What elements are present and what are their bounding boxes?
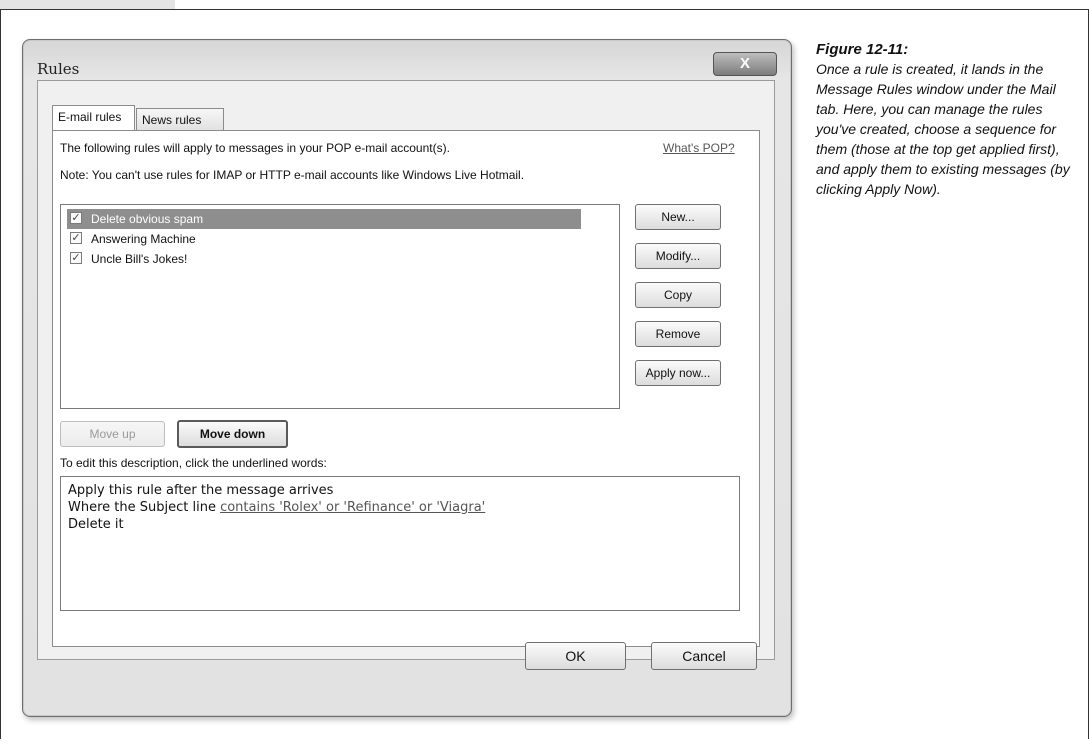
imap-note-text: Note: You can't use rules for IMAP or HT…	[60, 168, 525, 182]
rule-label: Delete obvious spam	[91, 212, 204, 226]
dialog-client-area: E-mail rules News rules The following ru…	[37, 80, 775, 660]
pop-info-text: The following rules will apply to messag…	[60, 141, 450, 155]
description-subject-prefix: Where the Subject line	[68, 500, 221, 515]
rule-description-box: Apply this rule after the message arrive…	[60, 476, 740, 611]
window-title: Rules	[37, 60, 80, 78]
modify-rule-button[interactable]: Modify...	[635, 243, 721, 269]
new-rule-button[interactable]: New...	[635, 204, 721, 230]
page-frame-left-rule	[0, 9, 1, 739]
tab-news-rules[interactable]: News rules	[136, 108, 224, 130]
close-button[interactable]: X	[713, 52, 777, 76]
copy-rule-button[interactable]: Copy	[635, 282, 721, 308]
tab-email-rules[interactable]: E-mail rules	[52, 105, 135, 131]
rules-dialog: Rules X E-mail rules News rules The foll…	[22, 39, 792, 717]
ok-button[interactable]: OK	[525, 642, 626, 670]
caption-title: Figure 12-11:	[816, 41, 909, 58]
rule-label: Answering Machine	[91, 232, 196, 246]
email-rules-panel: The following rules will apply to messag…	[52, 130, 760, 647]
remove-rule-button[interactable]: Remove	[635, 321, 721, 347]
description-label: To edit this description, click the unde…	[60, 456, 327, 470]
description-line-action: Delete it	[68, 517, 124, 532]
list-item[interactable]: ✓ Delete obvious spam	[67, 209, 581, 229]
list-item[interactable]: ✓ Answering Machine	[67, 229, 581, 249]
figure-caption: Figure 12-11: Once a rule is created, it…	[816, 41, 1078, 199]
rule-checkbox[interactable]: ✓	[70, 232, 82, 244]
cancel-button[interactable]: Cancel	[651, 642, 757, 670]
whats-pop-link[interactable]: What's POP?	[663, 141, 735, 155]
rules-list[interactable]: ✓ Delete obvious spam ✓ Answering Machin…	[60, 204, 620, 409]
subject-criteria-link[interactable]: contains 'Rolex' or 'Refinance' or 'Viag…	[220, 500, 485, 515]
description-line-subject: Where the Subject line contains 'Rolex' …	[68, 499, 732, 516]
rule-checkbox[interactable]: ✓	[70, 252, 82, 264]
list-item[interactable]: ✓ Uncle Bill's Jokes!	[67, 249, 581, 269]
apply-now-button[interactable]: Apply now...	[635, 360, 721, 386]
description-line-condition: Apply this rule after the message arrive…	[68, 483, 334, 498]
close-icon: X	[739, 55, 750, 72]
move-up-button[interactable]: Move up	[60, 421, 165, 447]
rule-label: Uncle Bill's Jokes!	[91, 252, 188, 266]
caption-body: Once a rule is created, it lands in the …	[816, 61, 1070, 197]
rule-checkbox[interactable]: ✓	[70, 212, 82, 224]
move-down-button[interactable]: Move down	[177, 420, 288, 448]
